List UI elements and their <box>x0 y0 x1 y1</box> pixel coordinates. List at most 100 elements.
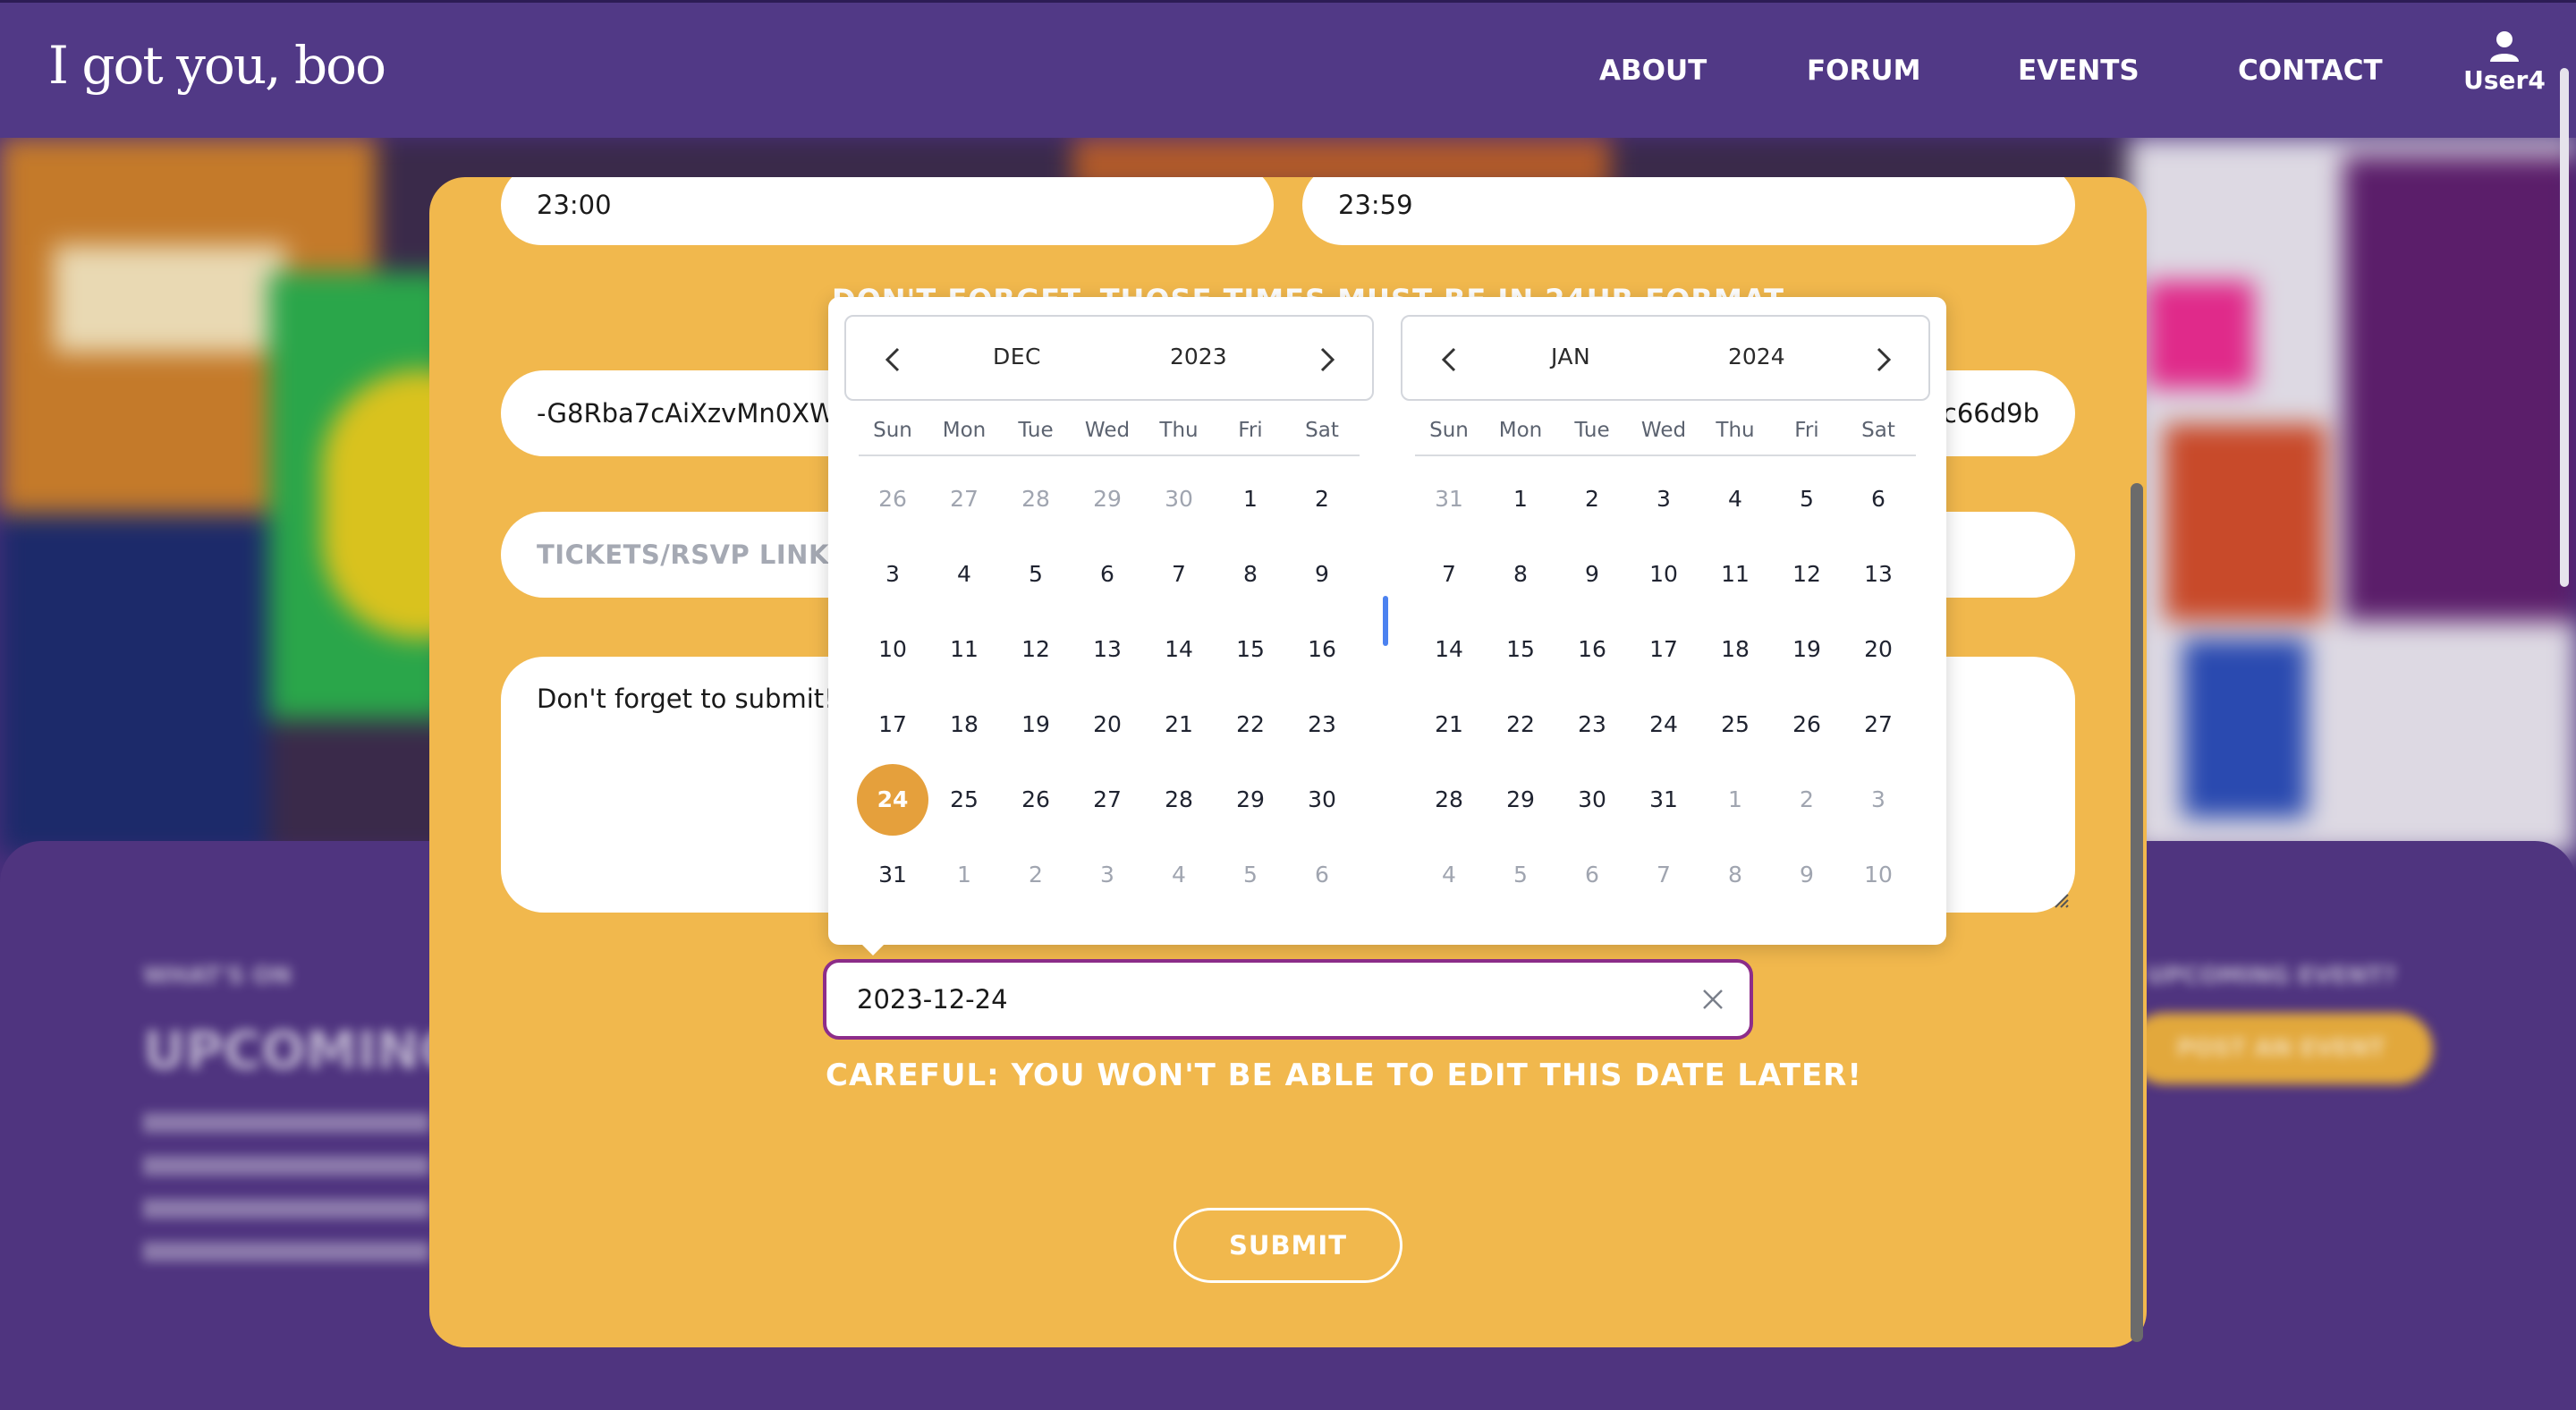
resize-grip-icon[interactable] <box>2050 889 2070 909</box>
calendar-day[interactable]: 27 <box>1072 764 1143 836</box>
calendar-day[interactable]: 22 <box>1485 689 1556 760</box>
calendar-day[interactable]: 19 <box>1771 614 1843 685</box>
calendar-day[interactable]: 18 <box>928 689 1000 760</box>
calendar-day[interactable]: 3 <box>1843 764 1914 836</box>
calendar-day[interactable]: 21 <box>1413 689 1485 760</box>
calendar-day[interactable]: 7 <box>1143 539 1215 610</box>
calendar-day[interactable]: 31 <box>857 839 928 911</box>
calendar-day[interactable]: 30 <box>1143 463 1215 535</box>
calendar-day[interactable]: 18 <box>1699 614 1771 685</box>
calendar-day[interactable]: 6 <box>1843 463 1914 535</box>
calendar-day[interactable]: 3 <box>1628 463 1699 535</box>
next-month-icon[interactable] <box>1866 344 1898 376</box>
calendar-day[interactable]: 28 <box>1000 463 1072 535</box>
calendar-day[interactable]: 4 <box>1143 839 1215 911</box>
calendar-day[interactable]: 4 <box>928 539 1000 610</box>
calendar-day[interactable]: 21 <box>1143 689 1215 760</box>
calendar-day[interactable]: 17 <box>857 689 928 760</box>
calendar-day[interactable]: 10 <box>857 614 928 685</box>
calendar-day[interactable]: 12 <box>1000 614 1072 685</box>
calendar-day[interactable]: 2 <box>1000 839 1072 911</box>
calendar-day[interactable]: 24 <box>1628 689 1699 760</box>
calendar-day[interactable]: 29 <box>1215 764 1286 836</box>
calendar-day[interactable]: 5 <box>1215 839 1286 911</box>
calendar-day[interactable]: 23 <box>1286 689 1358 760</box>
calendar-day[interactable]: 10 <box>1628 539 1699 610</box>
calendar-day[interactable]: 8 <box>1215 539 1286 610</box>
calendar-day[interactable]: 5 <box>1485 839 1556 911</box>
calendar-day[interactable]: 17 <box>1628 614 1699 685</box>
end-time-input[interactable]: 23:59 <box>1302 177 2075 245</box>
calendar-day[interactable]: 28 <box>1143 764 1215 836</box>
calendar-day[interactable]: 20 <box>1843 614 1914 685</box>
calendar-day[interactable]: 24 <box>857 764 928 836</box>
prev-month-icon[interactable] <box>1435 344 1467 376</box>
calendar-day[interactable]: 9 <box>1556 539 1628 610</box>
calendar-day[interactable]: 10 <box>1843 839 1914 911</box>
calendar-day[interactable]: 16 <box>1556 614 1628 685</box>
calendar-day[interactable]: 7 <box>1413 539 1485 610</box>
nav-about[interactable]: ABOUT <box>1599 55 1707 87</box>
calendar-day[interactable]: 25 <box>928 764 1000 836</box>
calendar-day[interactable]: 11 <box>1699 539 1771 610</box>
calendar-day[interactable]: 1 <box>1485 463 1556 535</box>
calendar-day[interactable]: 29 <box>1072 463 1143 535</box>
calendar-day[interactable]: 1 <box>1699 764 1771 836</box>
calendar-day[interactable]: 31 <box>1413 463 1485 535</box>
nav-contact[interactable]: CONTACT <box>2238 55 2383 87</box>
calendar-day[interactable]: 6 <box>1556 839 1628 911</box>
clear-date-icon[interactable] <box>1698 984 1728 1015</box>
calendar-day[interactable]: 27 <box>928 463 1000 535</box>
calendar-day[interactable]: 16 <box>1286 614 1358 685</box>
calendar-day[interactable]: 31 <box>1628 764 1699 836</box>
page-scrollbar[interactable] <box>2560 68 2569 587</box>
year-label[interactable]: 2023 <box>1170 344 1227 369</box>
calendar-day[interactable]: 11 <box>928 614 1000 685</box>
calendar-day[interactable]: 14 <box>1143 614 1215 685</box>
post-event-button[interactable]: POST AN EVENT <box>2129 1013 2433 1084</box>
calendar-day[interactable]: 15 <box>1485 614 1556 685</box>
calendar-day[interactable]: 30 <box>1556 764 1628 836</box>
calendar-day[interactable]: 2 <box>1286 463 1358 535</box>
calendar-day[interactable]: 12 <box>1771 539 1843 610</box>
next-month-icon[interactable] <box>1309 344 1342 376</box>
prev-month-icon[interactable] <box>878 344 911 376</box>
calendar-day[interactable]: 1 <box>928 839 1000 911</box>
event-date-input[interactable]: 2023-12-24 <box>823 959 1753 1040</box>
calendar-day[interactable]: 9 <box>1771 839 1843 911</box>
calendar-day[interactable]: 2 <box>1556 463 1628 535</box>
calendar-day[interactable]: 5 <box>1000 539 1072 610</box>
calendar-day[interactable]: 4 <box>1699 463 1771 535</box>
nav-forum[interactable]: FORUM <box>1807 55 1920 87</box>
calendar-day[interactable]: 3 <box>857 539 928 610</box>
calendar-day[interactable]: 20 <box>1072 689 1143 760</box>
month-label[interactable]: JAN <box>1551 344 1590 369</box>
calendar-day[interactable]: 26 <box>1771 689 1843 760</box>
calendar-day[interactable]: 8 <box>1699 839 1771 911</box>
start-time-input[interactable]: 23:00 <box>501 177 1274 245</box>
calendar-day[interactable]: 27 <box>1843 689 1914 760</box>
calendar-day[interactable]: 26 <box>857 463 928 535</box>
calendar-day[interactable]: 6 <box>1072 539 1143 610</box>
calendar-day[interactable]: 7 <box>1628 839 1699 911</box>
calendar-day[interactable]: 14 <box>1413 614 1485 685</box>
calendar-day[interactable]: 19 <box>1000 689 1072 760</box>
calendar-day[interactable]: 8 <box>1485 539 1556 610</box>
calendar-day[interactable]: 22 <box>1215 689 1286 760</box>
calendar-day[interactable]: 4 <box>1413 839 1485 911</box>
calendar-day[interactable]: 2 <box>1771 764 1843 836</box>
calendar-day[interactable]: 5 <box>1771 463 1843 535</box>
year-label[interactable]: 2024 <box>1728 344 1785 369</box>
modal-scrollbar[interactable] <box>2131 483 2143 1342</box>
calendar-day[interactable]: 9 <box>1286 539 1358 610</box>
site-logo[interactable]: I got you, boo <box>48 35 386 96</box>
calendar-day[interactable]: 30 <box>1286 764 1358 836</box>
calendar-day[interactable]: 15 <box>1215 614 1286 685</box>
submit-button[interactable]: SUBMIT <box>1174 1208 1402 1283</box>
calendar-day[interactable]: 29 <box>1485 764 1556 836</box>
nav-events[interactable]: EVENTS <box>2018 55 2140 87</box>
month-label[interactable]: DEC <box>993 344 1041 369</box>
calendar-day[interactable]: 26 <box>1000 764 1072 836</box>
calendar-day[interactable]: 28 <box>1413 764 1485 836</box>
calendar-day[interactable]: 13 <box>1072 614 1143 685</box>
